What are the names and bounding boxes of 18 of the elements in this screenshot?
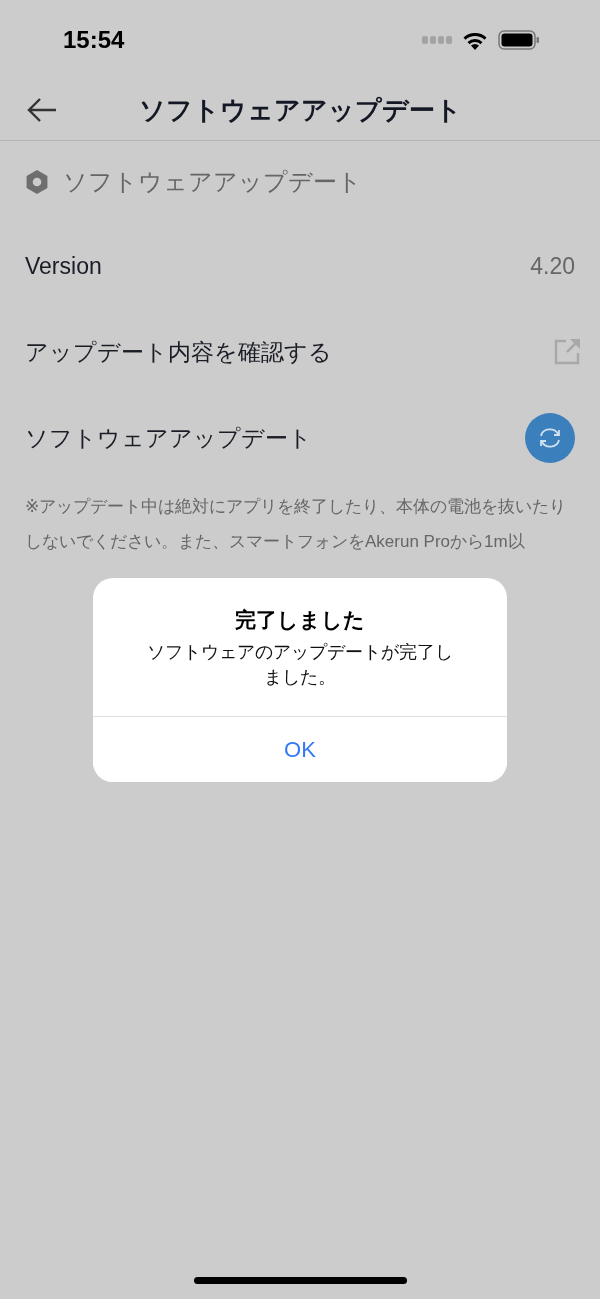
version-value: 4.20 (530, 252, 575, 280)
section-title: ソフトウェアアップデート (63, 167, 362, 197)
update-button[interactable] (525, 413, 575, 463)
screen-title: ソフトウェアアップデート (138, 93, 462, 127)
row-label: ソフトウェアアップデート (25, 423, 312, 453)
status-time: 15:54 (63, 26, 125, 54)
row-label: Version (25, 252, 102, 280)
ok-button[interactable]: OK (93, 716, 507, 782)
dialog-title: 完了しました (235, 607, 365, 633)
row-label: アップデート内容を確認する (25, 337, 332, 367)
warning-note: ※アップデート中は絶対にアプリを終了したり、本体の電池を抜いたりしないでください。また、スマートフォンをAkerun Proから1m以 (24, 496, 568, 553)
hexagon-icon (25, 169, 49, 195)
battery-icon (498, 30, 540, 50)
refresh-icon (537, 427, 563, 449)
wifi-icon (462, 30, 488, 50)
signal-icon (422, 36, 452, 44)
back-button[interactable] (26, 96, 58, 124)
dialog-message: ソフトウェアのアップデートが完了しました。 (146, 641, 454, 689)
